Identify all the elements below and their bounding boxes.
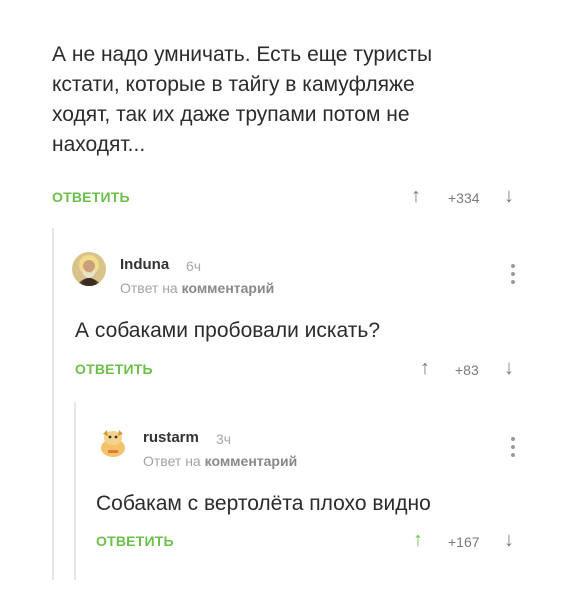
downvote-icon[interactable]: ↓	[504, 358, 514, 378]
reply-button[interactable]: ОТВЕТИТЬ	[52, 189, 130, 205]
avatar[interactable]	[96, 426, 130, 460]
reply-info: Ответ на комментарий	[143, 453, 297, 469]
comment-1-text: А не надо умничать. Есть еще туристы кст…	[52, 40, 532, 160]
vote-count: +83	[455, 362, 479, 378]
more-options-icon[interactable]	[510, 437, 516, 457]
reply-prefix: Ответ на	[120, 280, 178, 296]
reply-button[interactable]: ОТВЕТИТЬ	[96, 533, 174, 549]
avatar[interactable]	[72, 252, 106, 286]
comment-1-line-1: А не надо умничать. Есть еще туристы	[52, 43, 433, 66]
saint-portrait-icon	[72, 252, 106, 286]
vote-count: +334	[448, 190, 480, 206]
reply-target-link[interactable]: комментарий	[182, 280, 275, 296]
downvote-icon[interactable]: ↓	[504, 186, 514, 206]
timestamp: 3ч	[216, 431, 232, 447]
more-options-icon[interactable]	[510, 264, 516, 284]
upvote-icon[interactable]: ↑	[411, 186, 421, 206]
vote-count: +167	[448, 534, 480, 550]
comment-3-text: Собакам с вертолёта плохо видно	[96, 492, 431, 515]
username[interactable]: rustarm	[143, 429, 199, 446]
dog-cartoon-icon	[96, 426, 130, 460]
thread-line[interactable]	[74, 402, 76, 580]
thread-line[interactable]	[52, 228, 54, 580]
reply-prefix: Ответ на	[143, 453, 201, 469]
comment-2-text: А собаками пробовали искать?	[75, 319, 381, 342]
upvote-icon[interactable]: ↑	[420, 358, 430, 378]
downvote-icon[interactable]: ↓	[504, 530, 514, 550]
username[interactable]: Induna	[120, 256, 169, 273]
timestamp: 6ч	[186, 258, 202, 274]
reply-target-link[interactable]: комментарий	[205, 453, 298, 469]
reply-button[interactable]: ОТВЕТИТЬ	[75, 361, 153, 377]
comment-1-line-4: находят...	[52, 133, 146, 156]
comment-1-line-3: ходят, так их даже трупами потом не	[52, 103, 410, 126]
comment-1-line-2: кстати, которые в тайгу в камуфляже	[52, 73, 415, 96]
reply-info: Ответ на комментарий	[120, 280, 274, 296]
upvote-icon[interactable]: ↑	[413, 530, 423, 550]
